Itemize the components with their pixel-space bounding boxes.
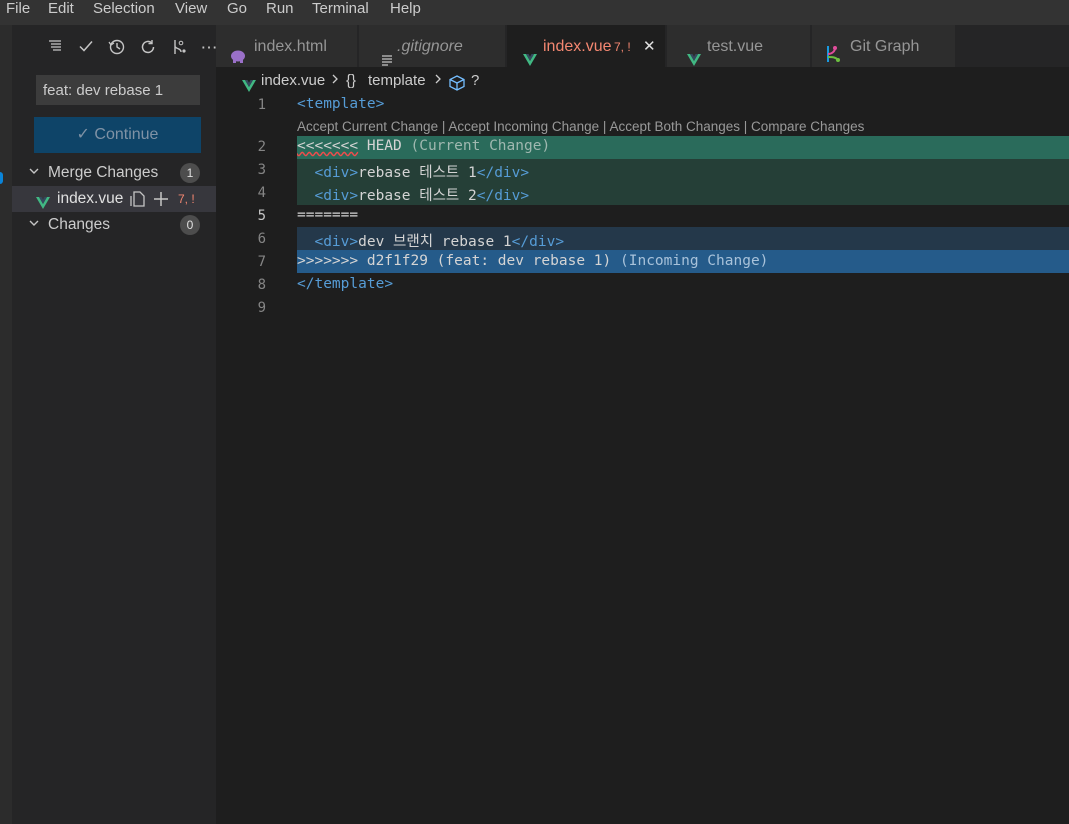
list-tree-icon[interactable] [44, 38, 66, 58]
continue-button[interactable]: ✓ Continue [34, 117, 201, 153]
chevron-right-icon [330, 67, 340, 95]
tab-label: index.html [254, 38, 327, 55]
breadcrumb: index.vue {} template ? [216, 67, 1069, 95]
list-item-index-vue[interactable]: index.vue 7, ! [12, 186, 216, 212]
line-number: 5 [257, 208, 266, 224]
close-icon[interactable]: ✕ [643, 25, 656, 69]
line-number: 6 [257, 231, 266, 247]
tab-label: Git Graph [850, 38, 920, 55]
tab-git-graph[interactable]: Git Graph [812, 25, 955, 67]
code-line: <template> [297, 96, 385, 112]
chevron-down-icon [28, 160, 40, 186]
menu-run[interactable]: Run [266, 0, 294, 20]
line-number: 9 [257, 300, 266, 316]
breadcrumb-unknown[interactable]: ? [471, 67, 479, 95]
line-number: 8 [257, 277, 266, 293]
code-editor[interactable]: 1 2 3 4 5 6 7 8 9 <template> Accept Curr… [216, 95, 1069, 824]
file-status-badge: 7, ! [178, 192, 195, 206]
tab-label: .gitignore [397, 38, 463, 55]
menu-selection[interactable]: Selection [93, 0, 155, 20]
branch-graph-icon[interactable] [168, 38, 190, 58]
tab-index-vue[interactable]: index.vue 7, ! ✕ [507, 25, 665, 67]
changes-label: Changes [48, 216, 111, 233]
line-number: 3 [257, 162, 266, 178]
code-line: >>>>>>> d2f1f29 (feat: dev rebase 1) (In… [297, 253, 769, 269]
menu-edit[interactable]: Edit [48, 0, 74, 20]
commit-message-input[interactable] [36, 75, 200, 105]
code-line: </template> [297, 276, 394, 292]
menu-file[interactable]: File [6, 0, 30, 20]
tab-test-vue[interactable]: test.vue [667, 25, 810, 67]
continue-label: Continue [94, 126, 159, 143]
chevron-right-icon [433, 67, 443, 95]
line-number: 7 [257, 254, 266, 270]
code-line: <div>rebase 테스트 2</div> [314, 188, 530, 204]
menu-bar: File Edit Selection View Go Run Terminal… [0, 0, 1069, 25]
braces-icon: {} [346, 72, 357, 89]
menu-view[interactable]: View [175, 0, 207, 20]
breadcrumb-file[interactable]: index.vue [261, 67, 325, 95]
code-line: <<<<<<< HEAD (Current Change) [297, 138, 551, 154]
line-number: 1 [257, 97, 266, 113]
code-line: ======= [297, 207, 359, 223]
active-indicator [0, 172, 3, 184]
code-line: <div>dev 브랜치 rebase 1</div> [314, 234, 565, 250]
history-icon[interactable] [106, 38, 128, 58]
merge-changes-count: 1 [180, 163, 200, 183]
activity-bar [0, 25, 12, 824]
tab-label: test.vue [707, 38, 764, 55]
merge-changes-label: Merge Changes [48, 164, 159, 181]
menu-help[interactable]: Help [390, 0, 421, 20]
check-icon: ✓ [76, 126, 90, 143]
code-line: <div>rebase 테스트 1</div> [314, 165, 530, 181]
tab-gitignore[interactable]: .gitignore [359, 25, 505, 67]
tab-status: 7, ! [614, 40, 631, 54]
merge-codelens[interactable]: Accept Current Change | Accept Incoming … [297, 119, 864, 134]
chevron-down-icon [28, 212, 40, 238]
tab-label: index.vue [543, 38, 612, 55]
changes-group[interactable]: Changes 0 [12, 212, 216, 238]
check-icon[interactable] [75, 38, 97, 58]
merge-changes-group[interactable]: Merge Changes 1 [12, 160, 216, 186]
menu-go[interactable]: Go [227, 0, 247, 20]
tab-index-html[interactable]: index.html [216, 25, 357, 67]
line-number: 4 [257, 185, 266, 201]
line-number: 2 [257, 139, 266, 155]
menu-terminal[interactable]: Terminal [312, 0, 369, 20]
refresh-icon[interactable] [137, 38, 159, 58]
changes-count: 0 [180, 215, 200, 235]
breadcrumb-template[interactable]: template [368, 67, 426, 95]
file-name: index.vue [57, 190, 124, 207]
